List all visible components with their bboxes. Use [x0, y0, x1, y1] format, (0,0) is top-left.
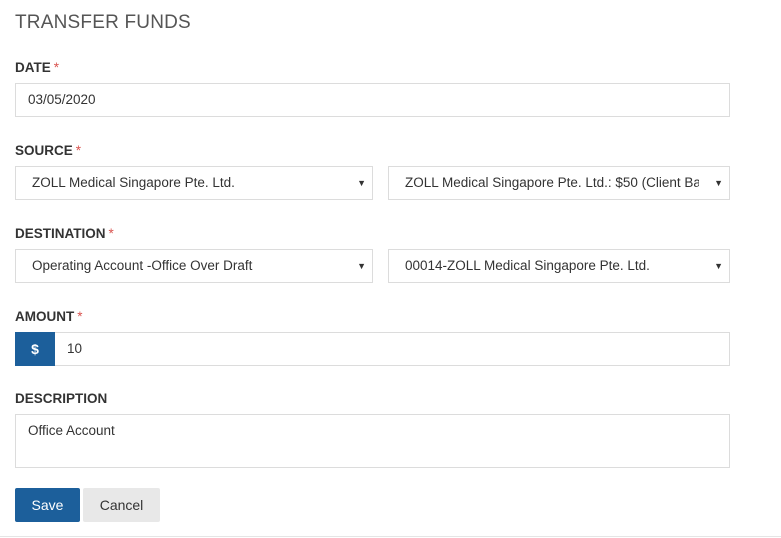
date-label: DATE *	[15, 60, 59, 76]
source-label: SOURCE *	[15, 143, 81, 159]
required-indicator: *	[75, 143, 82, 158]
destination-label-text: DESTINATION	[15, 226, 106, 241]
required-indicator: *	[77, 309, 83, 324]
description-label-text: DESCRIPTION	[15, 391, 108, 406]
chevron-down-icon: ▼	[714, 261, 723, 271]
description-textarea[interactable]: Office Account	[15, 414, 730, 468]
source-account-value: ZOLL Medical Singapore Pte. Ltd.	[32, 175, 235, 190]
save-button[interactable]: Save	[15, 488, 80, 522]
source-balance-value: ZOLL Medical Singapore Pte. Ltd.: $50 (C…	[405, 175, 699, 190]
destination-account-value: Operating Account -Office Over Draft	[32, 258, 253, 273]
amount-input[interactable]: 10	[55, 332, 730, 366]
source-balance-select[interactable]: ZOLL Medical Singapore Pte. Ltd.: $50 (C…	[388, 166, 730, 200]
amount-label: AMOUNT *	[15, 309, 83, 325]
chevron-down-icon: ▼	[357, 261, 366, 271]
destination-matter-select[interactable]: 00014-ZOLL Medical Singapore Pte. Ltd. ▼	[388, 249, 730, 283]
cancel-button[interactable]: Cancel	[83, 488, 160, 522]
bottom-divider	[0, 536, 781, 537]
destination-matter-value: 00014-ZOLL Medical Singapore Pte. Ltd.	[405, 258, 650, 273]
destination-account-select[interactable]: Operating Account -Office Over Draft ▼	[15, 249, 373, 283]
chevron-down-icon: ▼	[714, 178, 723, 188]
date-input[interactable]: 03/05/2020	[15, 83, 730, 117]
description-label: DESCRIPTION	[15, 391, 107, 407]
source-account-select[interactable]: ZOLL Medical Singapore Pte. Ltd. ▼	[15, 166, 373, 200]
date-label-text: DATE	[15, 60, 51, 75]
currency-addon: $	[15, 332, 55, 366]
amount-label-text: AMOUNT	[15, 309, 75, 324]
required-indicator: *	[108, 226, 114, 241]
source-label-text: SOURCE	[15, 143, 73, 158]
destination-label: DESTINATION *	[15, 226, 114, 242]
chevron-down-icon: ▼	[357, 178, 366, 188]
required-indicator: *	[53, 60, 60, 75]
page-title: TRANSFER FUNDS	[15, 12, 191, 33]
